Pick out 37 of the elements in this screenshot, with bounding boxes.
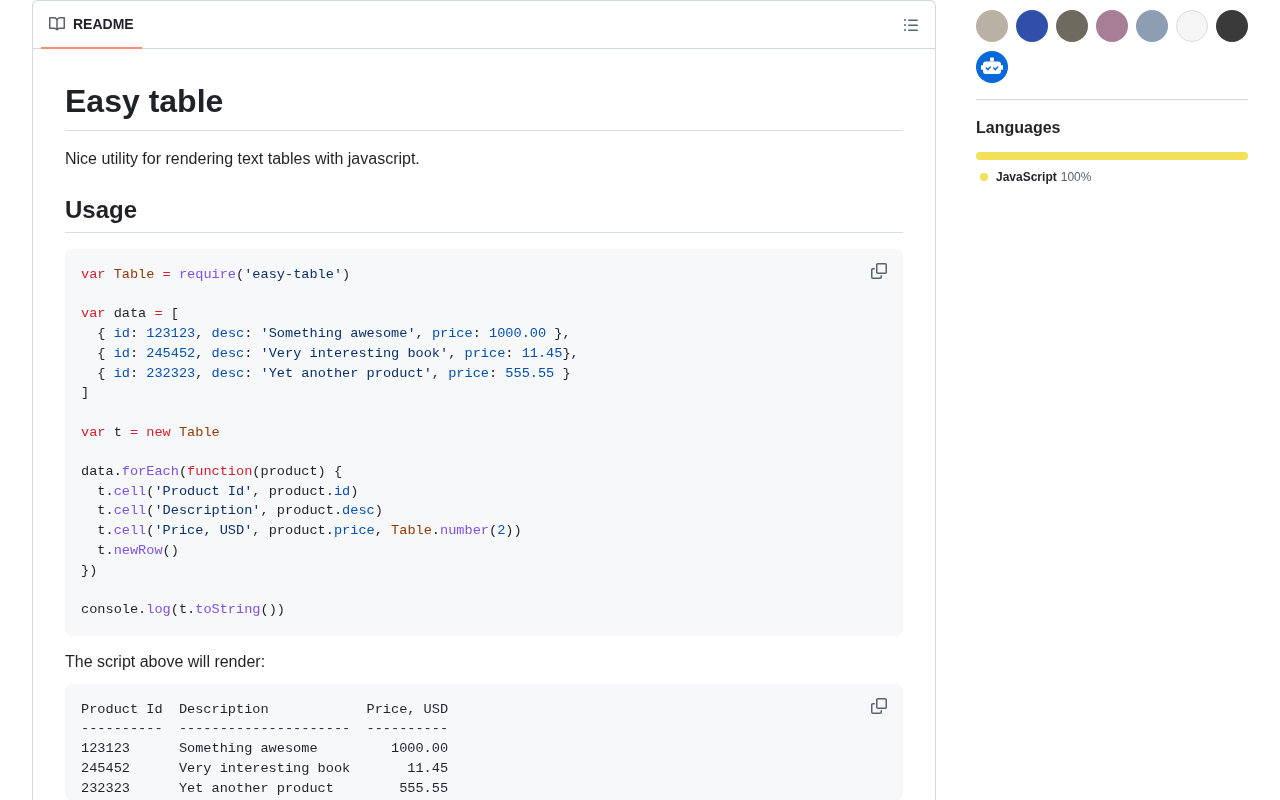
robot-avatar-icon[interactable] xyxy=(976,51,1008,83)
section-heading: Usage xyxy=(65,195,138,225)
code-line: }) xyxy=(81,561,98,580)
readme-tab[interactable]: README xyxy=(41,1,142,49)
code-line: t.cell('Description', product.desc) xyxy=(96,502,383,521)
code-line: 232323 Yet another product 555.55 xyxy=(81,779,449,798)
copy-button[interactable] xyxy=(871,263,887,279)
code-line: var data = [ xyxy=(81,305,179,324)
book-icon xyxy=(49,16,65,32)
language-percent: 100% xyxy=(1060,169,1092,186)
language-name: JavaScript xyxy=(996,169,1057,186)
code-line: t.newRow() xyxy=(96,541,179,560)
code-line: var Table = require('easy-table') xyxy=(81,266,351,284)
copy-icon xyxy=(871,697,887,714)
languages-heading: Languages xyxy=(976,118,1061,138)
readme-paragraph: The script above will render: xyxy=(65,651,266,672)
code-line: t.cell('Price, USD', product.price, Table.number(2)) xyxy=(96,522,522,541)
code-line: ---------- --------------------- ---------- xyxy=(81,720,449,739)
contributor-avatar[interactable] xyxy=(1216,10,1248,42)
code-line: 123123 Something awesome 1000.00 xyxy=(81,740,449,759)
copy-icon xyxy=(871,263,887,279)
list-icon xyxy=(903,16,919,33)
code-line: var t = new Table xyxy=(81,423,220,442)
readme-title: Easy table xyxy=(65,82,224,121)
code-line: data.forEach(function(product) { xyxy=(81,463,343,482)
code-line: 245452 Very interesting book 11.45 xyxy=(81,759,449,778)
code-line: { id: 245452, desc: 'Very interesting book', price: 11.45}, xyxy=(96,344,579,363)
code-line: ] xyxy=(81,384,90,403)
readme-paragraph: Nice utility for rendering text tables with javascript. xyxy=(65,149,420,169)
code-line: t.cell('Product Id', product.id) xyxy=(96,482,359,501)
code-line: { id: 232323, desc: 'Yet another product', price: 555.55 } xyxy=(96,364,571,383)
copy-button[interactable] xyxy=(871,697,887,714)
code-line: { id: 123123, desc: 'Something awesome', price: 1000.00 }, xyxy=(96,325,571,344)
code-line: console.log(t.toString()) xyxy=(81,601,285,619)
contributor-avatar[interactable] xyxy=(1016,10,1048,42)
contributor-avatar[interactable] xyxy=(1056,10,1088,42)
code-line: Product Id Description Price, USD xyxy=(81,700,449,719)
